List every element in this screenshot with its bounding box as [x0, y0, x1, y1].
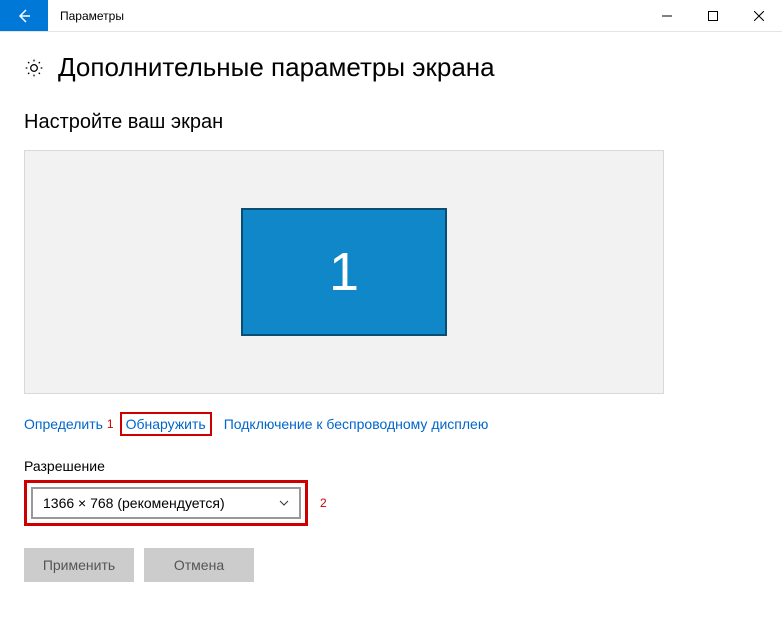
- resolution-label: Разрешение: [24, 458, 758, 474]
- close-icon: [754, 11, 764, 21]
- arrow-left-icon: [16, 8, 32, 24]
- annotation-2: 2: [320, 496, 327, 510]
- window-title: Параметры: [48, 0, 644, 31]
- section-title: Настройте ваш экран: [24, 111, 758, 134]
- gear-icon: [24, 58, 44, 78]
- identify-link[interactable]: Определить: [24, 416, 103, 432]
- page-header: Дополнительные параметры экрана: [24, 52, 758, 83]
- titlebar: Параметры: [0, 0, 782, 32]
- monitor-preview-area[interactable]: 1: [24, 150, 664, 394]
- resolution-value: 1366 × 768 (рекомендуется): [43, 495, 225, 511]
- resolution-row: 1366 × 768 (рекомендуется) 2: [24, 480, 758, 526]
- link-row: Определить 1 Обнаружить Подключение к бе…: [24, 412, 758, 436]
- maximize-button[interactable]: [690, 0, 736, 32]
- detect-link[interactable]: Обнаружить: [126, 416, 206, 432]
- back-button[interactable]: [0, 0, 48, 31]
- minimize-button[interactable]: [644, 0, 690, 32]
- monitor-1[interactable]: 1: [241, 208, 447, 336]
- detect-highlight: Обнаружить: [120, 412, 212, 436]
- monitor-number: 1: [329, 241, 359, 303]
- annotation-1: 1: [107, 417, 114, 431]
- content-area: Дополнительные параметры экрана Настройт…: [0, 32, 782, 582]
- maximize-icon: [708, 11, 718, 21]
- close-button[interactable]: [736, 0, 782, 32]
- chevron-down-icon: [279, 498, 289, 509]
- resolution-highlight: 1366 × 768 (рекомендуется): [24, 480, 308, 526]
- window-controls: [644, 0, 782, 31]
- page-title: Дополнительные параметры экрана: [58, 52, 495, 83]
- apply-button[interactable]: Применить: [24, 548, 134, 582]
- minimize-icon: [662, 11, 672, 21]
- resolution-dropdown[interactable]: 1366 × 768 (рекомендуется): [31, 487, 301, 519]
- cancel-button[interactable]: Отмена: [144, 548, 254, 582]
- wireless-display-link[interactable]: Подключение к беспроводному дисплею: [224, 416, 489, 432]
- button-row: Применить Отмена: [24, 548, 758, 582]
